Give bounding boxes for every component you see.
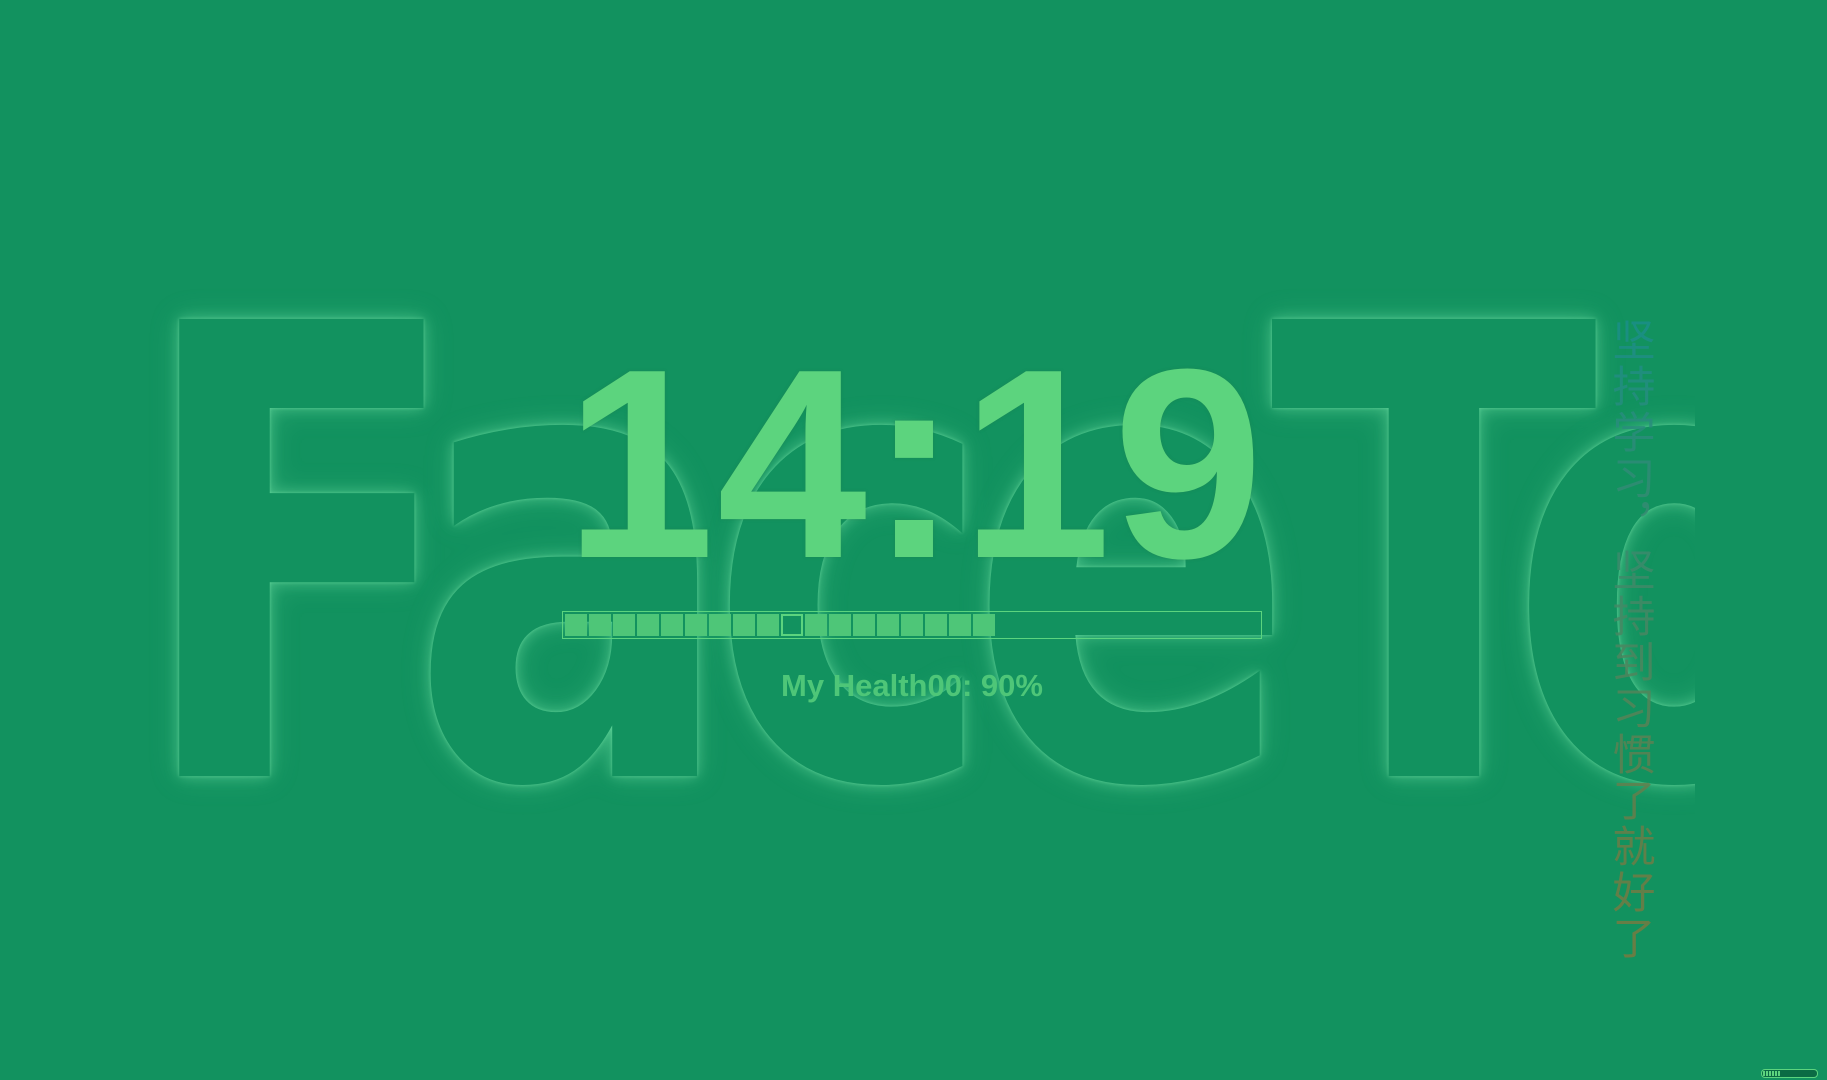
health-segment xyxy=(901,614,923,636)
clock-time: 14:19 xyxy=(564,314,1266,615)
tray-level-fill xyxy=(1763,1071,1780,1076)
health-label: My Health00: 90% xyxy=(781,668,1043,703)
health-segment xyxy=(733,614,755,636)
health-segment xyxy=(589,614,611,636)
health-segment xyxy=(949,614,971,636)
health-segment xyxy=(637,614,659,636)
health-progress-bar xyxy=(562,611,1262,639)
health-segment xyxy=(565,614,587,636)
health-segment xyxy=(709,614,731,636)
health-segment xyxy=(973,614,995,636)
health-segment xyxy=(757,614,779,636)
desktop-screen: FaceTop 14:19 My Health00: 90% 坚持学习，坚持到习… xyxy=(0,0,1827,1080)
tray-level-indicator[interactable] xyxy=(1761,1069,1818,1078)
health-segment xyxy=(853,614,875,636)
health-segment xyxy=(781,614,803,636)
health-segment xyxy=(613,614,635,636)
health-segment xyxy=(877,614,899,636)
health-segment xyxy=(925,614,947,636)
health-segment xyxy=(805,614,827,636)
health-segment xyxy=(685,614,707,636)
motivation-vertical-text: 坚持学习，坚持到习惯了就好了 xyxy=(1605,318,1655,962)
health-segment xyxy=(829,614,851,636)
health-segment xyxy=(661,614,683,636)
